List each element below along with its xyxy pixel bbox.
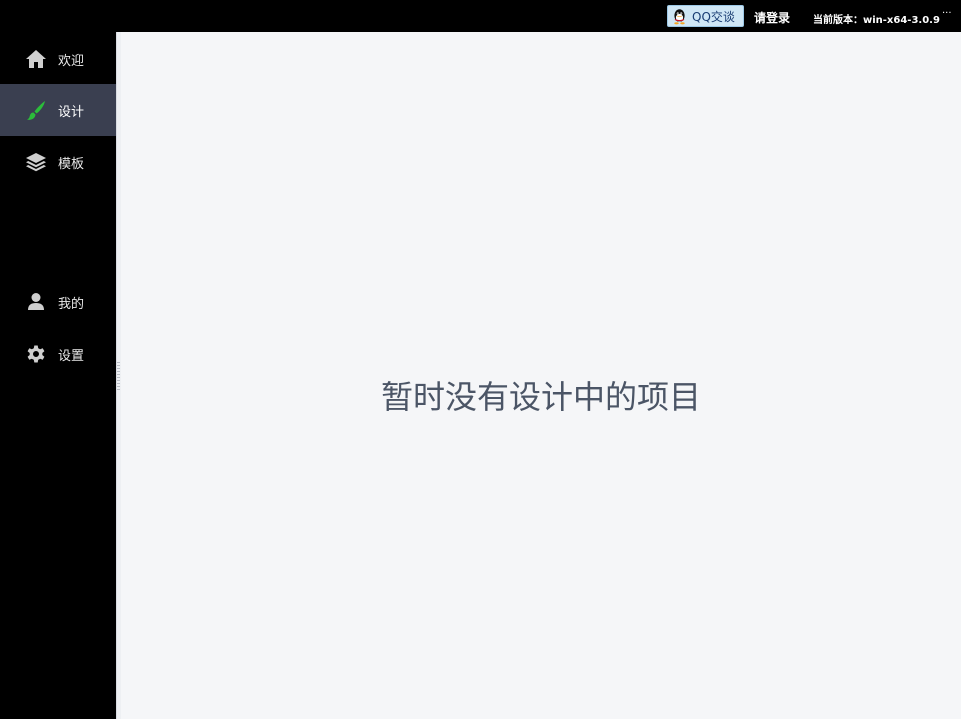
- empty-state-message: 暂时没有设计中的项目: [380, 378, 701, 416]
- sidebar-item-label: 欢迎: [58, 54, 85, 69]
- sidebar-item-label: 设置: [58, 349, 85, 364]
- sidebar-item-label: 设计: [58, 105, 85, 120]
- splitter-grip-handle[interactable]: [117, 362, 120, 390]
- more-menu-button[interactable]: ···: [942, 8, 952, 19]
- qq-chat-label: QQ交谈: [692, 9, 735, 24]
- app-window: QQ交谈 请登录 当前版本：win-x64-3.0.9 ··· 欢迎 设计 模板…: [0, 0, 961, 719]
- version-label: 当前版本：win-x64-3.0.9: [813, 15, 940, 26]
- layers-icon: [26, 153, 46, 172]
- sidebar-item-welcome[interactable]: 欢迎: [0, 33, 116, 85]
- qq-chat-button[interactable]: QQ交谈: [667, 5, 744, 27]
- brush-icon: [27, 101, 45, 120]
- user-icon: [28, 293, 44, 310]
- login-link[interactable]: 请登录: [754, 9, 790, 26]
- home-icon: [26, 50, 46, 68]
- sidebar: 欢迎 设计 模板 我的 设置: [0, 32, 116, 719]
- sidebar-item-label: 我的: [58, 297, 85, 312]
- sidebar-item-settings[interactable]: 设置: [0, 328, 116, 380]
- gear-icon: [27, 345, 45, 363]
- sidebar-item-templates[interactable]: 模板: [0, 136, 116, 188]
- sidebar-item-mine[interactable]: 我的: [0, 276, 116, 328]
- qq-penguin-icon: [674, 8, 685, 24]
- top-bar: QQ交谈 请登录 当前版本：win-x64-3.0.9 ···: [0, 0, 961, 32]
- sidebar-item-design[interactable]: 设计: [0, 84, 116, 136]
- main-content: 暂时没有设计中的项目: [121, 32, 961, 719]
- sidebar-item-label: 模板: [58, 157, 85, 172]
